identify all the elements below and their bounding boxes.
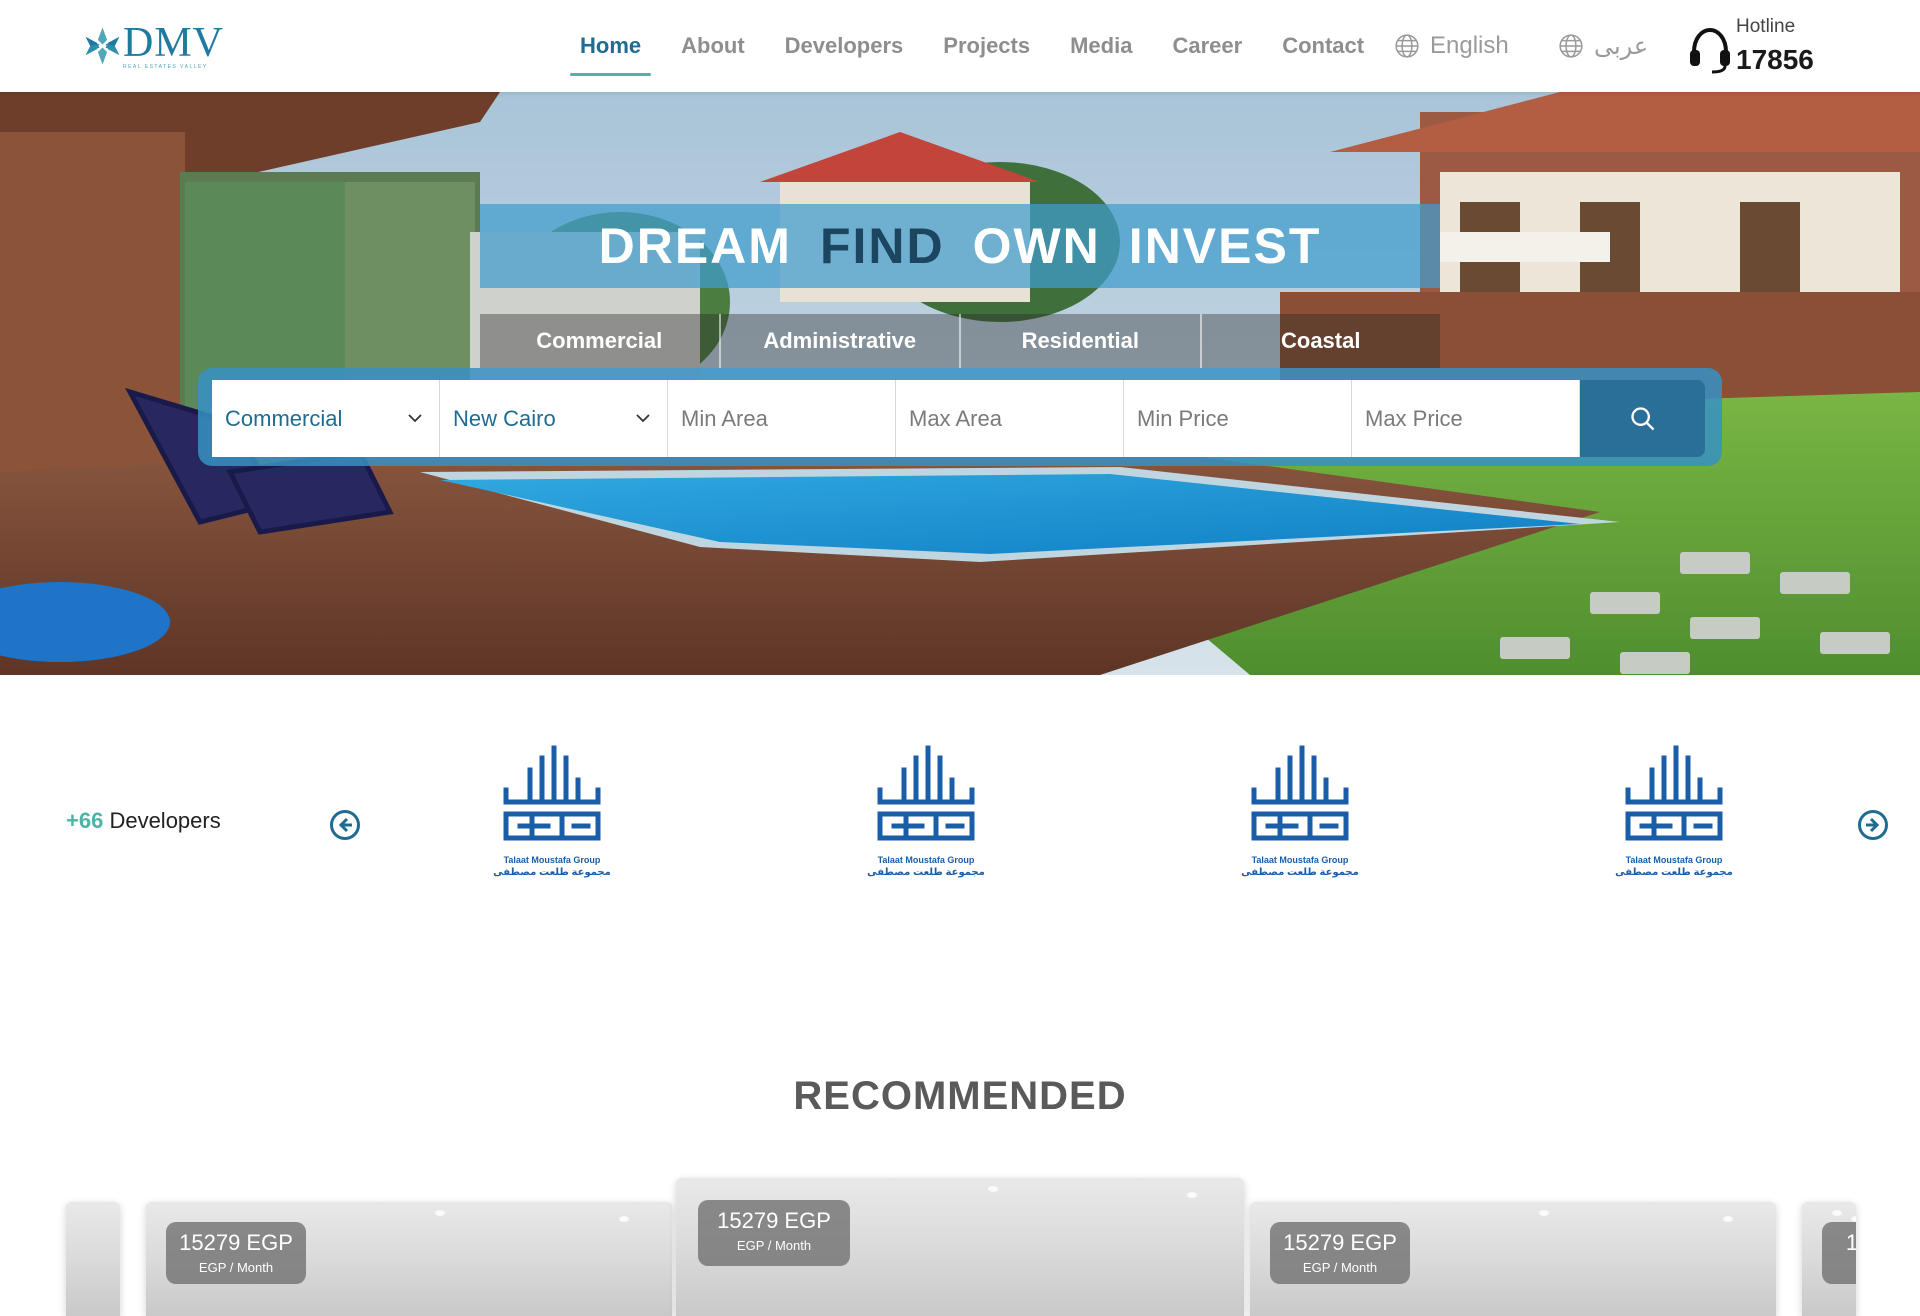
language-arabic-label: عربى bbox=[1594, 32, 1649, 60]
globe-icon bbox=[1559, 34, 1583, 58]
price-amount: 15279 EGP bbox=[1283, 1230, 1397, 1255]
hotline[interactable]: Hotline 17856 bbox=[1688, 14, 1818, 78]
logo-tagline: REAL ESTATES VALLEY bbox=[122, 63, 208, 70]
site-header: DMV REAL ESTATES VALLEY Home About Devel… bbox=[0, 0, 1920, 92]
chevron-down-icon bbox=[636, 414, 650, 423]
developer-logo[interactable]: Talaat Moustafa Group مجموعة طلعت مصطفى bbox=[866, 740, 986, 888]
arrow-left-circle-icon[interactable] bbox=[329, 809, 361, 841]
price-badge: 15279 EGP EGP / Month bbox=[698, 1200, 850, 1266]
min-price-field[interactable] bbox=[1124, 380, 1352, 457]
tab-commercial[interactable]: Commercial bbox=[480, 314, 721, 368]
location-select[interactable]: New Cairo bbox=[440, 380, 668, 457]
logo-star-icon bbox=[85, 27, 120, 65]
property-card[interactable]: 15279 EGP EGP / Month bbox=[146, 1202, 672, 1316]
price-badge: 15279 EGP EGP / Month bbox=[1270, 1222, 1410, 1284]
property-search-bar: Commercial New Cairo bbox=[198, 368, 1722, 466]
headline-word-own: OWN bbox=[972, 218, 1101, 274]
developer-name-ar: مجموعة طلعت مصطفى bbox=[1241, 867, 1359, 878]
hero-banner: DREAM FIND OWN INVEST Commercial Adminis… bbox=[0, 92, 1920, 675]
main-nav: Home About Developers Projects Media Car… bbox=[560, 0, 1384, 92]
language-arabic[interactable]: عربى bbox=[1558, 0, 1648, 92]
search-button[interactable] bbox=[1580, 380, 1705, 457]
nav-contact[interactable]: Contact bbox=[1282, 0, 1364, 92]
globe-icon bbox=[1395, 34, 1419, 58]
max-area-field[interactable] bbox=[896, 380, 1124, 457]
property-category-tabs: Commercial Administrative Residential Co… bbox=[480, 314, 1440, 368]
price-period: EGP / Month bbox=[736, 1238, 812, 1253]
developer-name-en: Talaat Moustafa Group bbox=[877, 855, 975, 865]
nav-developers[interactable]: Developers bbox=[785, 0, 904, 92]
price-amount: 15279 EGP bbox=[179, 1230, 293, 1255]
developer-name-en: Talaat Moustafa Group bbox=[1251, 855, 1349, 865]
recommended-title: RECOMMENDED bbox=[793, 1074, 1127, 1118]
max-area-input[interactable] bbox=[909, 405, 1109, 432]
headline-word-dream: DREAM bbox=[598, 218, 792, 274]
headline-word-find: FIND bbox=[819, 218, 945, 274]
hero-headline: DREAM FIND OWN INVEST bbox=[480, 204, 1440, 288]
property-card[interactable]: 15279 EGP EGP / Month bbox=[676, 1178, 1244, 1316]
developer-logo[interactable]: Talaat Moustafa Group مجموعة طلعت مصطفى bbox=[1614, 740, 1734, 888]
nav-media[interactable]: Media bbox=[1070, 0, 1132, 92]
price-badge: 15279 EGP EGP / Month bbox=[166, 1222, 306, 1284]
price-amount: 15279 EGP bbox=[717, 1208, 831, 1233]
language-english[interactable]: English bbox=[1394, 0, 1509, 92]
developer-name-ar: مجموعة طلعت مصطفى bbox=[1615, 867, 1733, 878]
property-type-value: Commercial bbox=[225, 405, 343, 431]
min-area-field[interactable] bbox=[668, 380, 896, 457]
developer-name-ar: مجموعة طلعت مصطفى bbox=[493, 867, 611, 878]
language-english-label: English bbox=[1430, 32, 1509, 59]
tab-coastal[interactable]: Coastal bbox=[1201, 314, 1440, 368]
nav-career[interactable]: Career bbox=[1172, 0, 1242, 92]
developer-name-en: Talaat Moustafa Group bbox=[1625, 855, 1723, 865]
nav-projects[interactable]: Projects bbox=[943, 0, 1030, 92]
talaat-moustafa-logo-icon bbox=[877, 745, 975, 841]
search-icon bbox=[1630, 406, 1654, 430]
talaat-moustafa-logo-icon bbox=[1625, 745, 1723, 841]
price-badge: 1 bbox=[1822, 1222, 1856, 1284]
talaat-moustafa-logo-icon bbox=[503, 745, 601, 841]
price-period: EGP / Month bbox=[198, 1260, 274, 1275]
developers-count: +66 Developers bbox=[66, 808, 221, 834]
location-value: New Cairo bbox=[453, 405, 556, 431]
tab-residential[interactable]: Residential bbox=[961, 314, 1202, 368]
property-card[interactable]: 15279 EGP EGP / Month bbox=[1250, 1202, 1776, 1316]
arrow-right-circle-icon[interactable] bbox=[1857, 809, 1889, 841]
logo-name: DMV bbox=[122, 19, 224, 66]
developers-count-label: Developers bbox=[109, 808, 221, 833]
developer-name-ar: مجموعة طلعت مصطفى bbox=[867, 867, 985, 878]
property-card-partial[interactable] bbox=[66, 1202, 120, 1316]
price-amount: 1 bbox=[1845, 1230, 1856, 1255]
developers-count-number: +66 bbox=[66, 808, 104, 833]
headset-icon bbox=[1690, 27, 1730, 74]
developer-logo[interactable]: Talaat Moustafa Group مجموعة طلعت مصطفى bbox=[492, 740, 612, 888]
max-price-field[interactable] bbox=[1352, 380, 1580, 457]
nav-about[interactable]: About bbox=[681, 0, 745, 92]
hotline-number[interactable]: 17856 bbox=[1736, 44, 1814, 76]
headline-word-invest: INVEST bbox=[1128, 218, 1322, 274]
tab-administrative[interactable]: Administrative bbox=[720, 314, 961, 368]
property-card[interactable]: 1 bbox=[1802, 1202, 1856, 1316]
talaat-moustafa-logo-icon bbox=[1251, 745, 1349, 841]
nav-home[interactable]: Home bbox=[569, 0, 652, 92]
property-type-select[interactable]: Commercial bbox=[212, 380, 440, 457]
max-price-input[interactable] bbox=[1365, 405, 1565, 432]
hotline-label: Hotline bbox=[1736, 16, 1796, 37]
dmv-logo[interactable]: DMV REAL ESTATES VALLEY bbox=[84, 18, 224, 74]
developer-logo[interactable]: Talaat Moustafa Group مجموعة طلعت مصطفى bbox=[1240, 740, 1360, 888]
chevron-down-icon bbox=[408, 414, 422, 423]
min-price-input[interactable] bbox=[1137, 405, 1337, 432]
min-area-input[interactable] bbox=[681, 405, 881, 432]
developer-name-en: Talaat Moustafa Group bbox=[503, 855, 601, 865]
price-period: EGP / Month bbox=[1302, 1260, 1378, 1275]
